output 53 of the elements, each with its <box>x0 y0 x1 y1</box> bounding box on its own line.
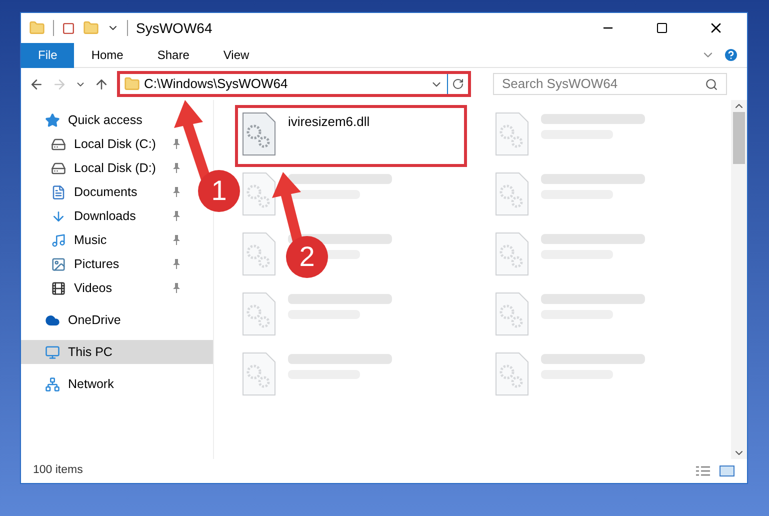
monitor-icon <box>45 344 60 360</box>
large-icons-view-icon[interactable] <box>719 464 735 478</box>
file-gear-icon <box>494 352 528 396</box>
star-icon <box>45 112 60 128</box>
window-title: SysWOW64 <box>136 18 212 38</box>
file-item[interactable]: iviresizem6.dll <box>238 108 464 164</box>
ribbon-tab[interactable]: File <box>21 42 74 68</box>
file-gear-icon <box>494 292 528 336</box>
picture-icon <box>51 256 66 272</box>
sidebar-item[interactable]: Local Disk (D:) <box>21 156 189 180</box>
ribbon-tab[interactable]: Home <box>74 42 140 68</box>
film-icon <box>51 280 66 296</box>
ribbon-tab[interactable]: Share <box>140 42 206 68</box>
file-gear-icon <box>242 172 276 216</box>
sidebar-item[interactable]: This PC <box>21 340 213 364</box>
file-gear-icon <box>242 292 276 336</box>
sidebar-item[interactable]: Local Disk (C:) <box>21 132 189 156</box>
drive-icon <box>51 136 66 152</box>
document-icon <box>51 184 66 200</box>
maximize-icon <box>656 22 668 34</box>
sidebar-item[interactable]: Videos <box>21 276 189 300</box>
sidebar-item[interactable]: Documents <box>21 180 189 204</box>
network-icon <box>45 376 60 392</box>
file-gear-icon <box>494 112 528 156</box>
drive-icon <box>51 160 66 176</box>
file-gear-icon <box>242 232 276 276</box>
sidebar-item[interactable]: Quick access <box>21 108 169 132</box>
file-gear-icon <box>494 172 528 216</box>
sidebar-item[interactable]: Network <box>21 372 169 396</box>
music-note-icon <box>51 232 66 248</box>
details-view-icon[interactable] <box>695 464 711 478</box>
scrollbar[interactable] <box>731 100 747 459</box>
help-icon[interactable] <box>723 47 739 63</box>
file-gear-icon <box>494 232 528 276</box>
search-field[interactable]: Search SysWOW64 <box>493 73 727 95</box>
ribbon-tab[interactable]: View <box>206 42 266 68</box>
scrollbar-thumb[interactable] <box>733 112 745 164</box>
address-field[interactable]: C:\Windows\SysWOW64 <box>117 71 471 97</box>
search-icon <box>705 78 718 90</box>
sidebar-item[interactable]: Music <box>21 228 189 252</box>
file-gear-icon <box>242 112 276 156</box>
download-icon <box>51 208 66 224</box>
refresh-icon[interactable] <box>452 78 464 90</box>
sidebar-item[interactable]: Pictures <box>21 252 189 276</box>
properties-icon[interactable] <box>62 22 75 34</box>
file-gear-icon <box>242 352 276 396</box>
folder-icon <box>124 76 140 92</box>
sidebar-item[interactable]: Downloads <box>21 204 189 228</box>
cloud-icon <box>45 312 60 328</box>
sidebar-item[interactable]: OneDrive <box>21 308 169 332</box>
item-count: 100 items <box>33 463 84 478</box>
up-icon[interactable] <box>94 76 109 92</box>
back-icon[interactable] <box>29 76 44 92</box>
